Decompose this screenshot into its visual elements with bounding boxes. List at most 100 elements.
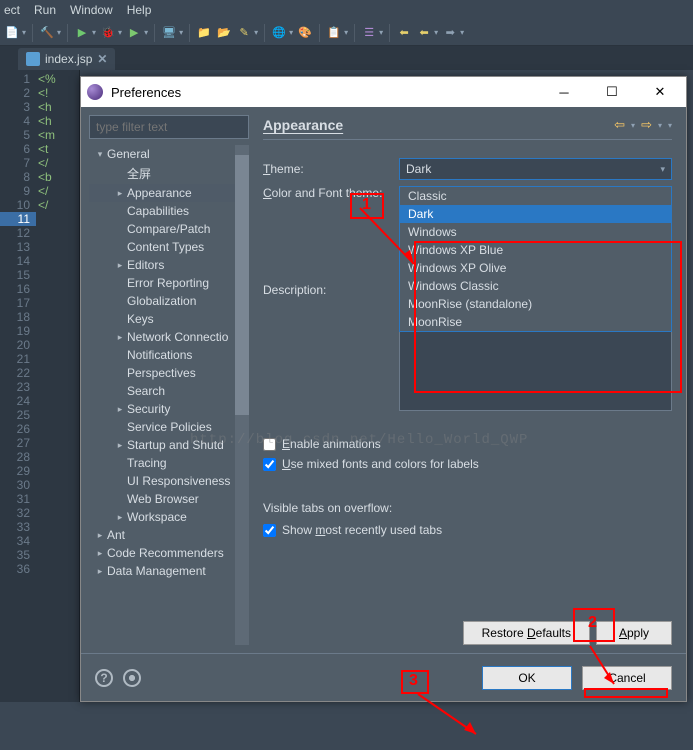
tree-item[interactable]: Globalization: [89, 292, 249, 310]
tree-item[interactable]: Capabilities: [89, 202, 249, 220]
chevron-right-icon[interactable]: [113, 260, 127, 271]
tree-item[interactable]: Keys: [89, 310, 249, 328]
chevron-right-icon[interactable]: [93, 566, 107, 577]
tree-item[interactable]: Search: [89, 382, 249, 400]
menu-item[interactable]: Window: [70, 3, 113, 17]
chevron-right-icon[interactable]: [113, 404, 127, 415]
dropdown-arrow-icon[interactable]: ▾: [289, 28, 293, 37]
menu-item[interactable]: ect: [4, 3, 20, 17]
tree-item[interactable]: Tracing: [89, 454, 249, 472]
tree-item[interactable]: Editors: [89, 256, 249, 274]
dropdown-item[interactable]: MoonRise: [400, 313, 671, 331]
dropdown-arrow-icon[interactable]: ▾: [344, 28, 348, 37]
chevron-right-icon[interactable]: [113, 332, 127, 343]
chevron-right-icon[interactable]: [113, 440, 127, 451]
minimize-icon[interactable]: ─: [544, 78, 584, 106]
menu-item[interactable]: Run: [34, 3, 56, 17]
separator: [319, 24, 320, 42]
ok-button[interactable]: OK: [482, 666, 572, 690]
scrollbar-thumb[interactable]: [235, 155, 249, 415]
chevron-right-icon[interactable]: [93, 530, 107, 541]
close-icon[interactable]: ✕: [97, 52, 107, 66]
tree-item[interactable]: Web Browser: [89, 490, 249, 508]
dropdown-arrow-icon[interactable]: ▾: [460, 28, 464, 37]
dropdown-arrow-icon[interactable]: ▾: [379, 28, 383, 37]
tree-item[interactable]: Ant: [89, 526, 249, 544]
apply-button[interactable]: Apply: [596, 621, 672, 645]
menu-arrow-icon[interactable]: ▾: [668, 121, 672, 130]
tool-icon[interactable]: 📄: [4, 25, 20, 41]
settings-icon[interactable]: [123, 669, 141, 687]
tree-item[interactable]: 全屏: [89, 163, 249, 184]
show-most-recent-check[interactable]: Show most recently used tabs: [263, 523, 672, 537]
tree-item[interactable]: Perspectives: [89, 364, 249, 382]
maximize-icon[interactable]: ☐: [592, 78, 632, 106]
help-icon[interactable]: ?: [95, 669, 113, 687]
tree-item[interactable]: Security: [89, 400, 249, 418]
dropdown-arrow-icon[interactable]: ▾: [22, 28, 26, 37]
tree-item[interactable]: Appearance: [89, 184, 249, 202]
new-icon[interactable]: 📁: [196, 25, 212, 41]
tool-icon[interactable]: 🔨: [39, 25, 55, 41]
back-icon[interactable]: ⬅: [416, 25, 432, 41]
dropdown-item[interactable]: Windows XP Blue: [400, 241, 671, 259]
editor-tab[interactable]: index.jsp ✕: [18, 48, 115, 70]
chevron-right-icon[interactable]: [113, 512, 127, 523]
theme-combo[interactable]: Dark ▾: [399, 158, 672, 180]
menu-item[interactable]: Help: [127, 3, 152, 17]
tree-item[interactable]: Data Management: [89, 562, 249, 580]
close-icon[interactable]: ✕: [640, 78, 680, 106]
dropdown-arrow-icon[interactable]: ▾: [92, 28, 96, 37]
open-icon[interactable]: 📂: [216, 25, 232, 41]
forward-icon[interactable]: ➡: [442, 25, 458, 41]
tree-item[interactable]: Notifications: [89, 346, 249, 364]
combo-value: Dark: [406, 162, 431, 176]
dropdown-arrow-icon[interactable]: ▾: [57, 28, 61, 37]
dropdown-arrow-icon[interactable]: ▾: [434, 28, 438, 37]
nav-back-icon[interactable]: ⇦: [614, 117, 625, 133]
tool-icon[interactable]: ☰: [361, 25, 377, 41]
nav-forward-icon[interactable]: ⇨: [641, 117, 652, 133]
chevron-down-icon[interactable]: [93, 149, 107, 160]
preferences-tree[interactable]: General全屏AppearanceCapabilitiesCompare/P…: [89, 145, 249, 645]
edit-icon[interactable]: ✎: [236, 25, 252, 41]
dropdown-arrow-icon[interactable]: ▾: [658, 121, 662, 130]
tree-item[interactable]: General: [89, 145, 249, 163]
dropdown-item[interactable]: Windows Classic: [400, 277, 671, 295]
chevron-right-icon[interactable]: [93, 548, 107, 559]
dropdown-item[interactable]: Windows: [400, 223, 671, 241]
dropdown-item[interactable]: Dark: [400, 205, 671, 223]
tree-item[interactable]: Compare/Patch: [89, 220, 249, 238]
dropdown-arrow-icon[interactable]: ▾: [179, 28, 183, 37]
tree-item[interactable]: Error Reporting: [89, 274, 249, 292]
cancel-button[interactable]: Cancel: [582, 666, 672, 690]
server-icon[interactable]: 🖥: [161, 25, 177, 41]
dropdown-arrow-icon[interactable]: ▾: [254, 28, 258, 37]
dropdown-item[interactable]: MoonRise (standalone): [400, 295, 671, 313]
debug-icon[interactable]: 🐞: [100, 25, 116, 41]
restore-defaults-button[interactable]: Restore Defaults: [463, 621, 590, 645]
dropdown-item[interactable]: Classic: [400, 187, 671, 205]
checkbox[interactable]: [263, 524, 276, 537]
dropdown-arrow-icon[interactable]: ▾: [118, 28, 122, 37]
globe-icon[interactable]: 🌐: [271, 25, 287, 41]
tree-item[interactable]: Network Connectio: [89, 328, 249, 346]
run-icon[interactable]: ▶: [74, 25, 90, 41]
filter-input[interactable]: [89, 115, 249, 139]
tool-icon[interactable]: ▶: [126, 25, 142, 41]
code-area[interactable]: <%<!<h<h<m<t</<b</</: [36, 70, 79, 702]
tree-item[interactable]: Code Recommenders: [89, 544, 249, 562]
scrollbar[interactable]: [235, 145, 249, 645]
chevron-right-icon[interactable]: [113, 188, 127, 199]
mixed-fonts-check[interactable]: Use mixed fonts and colors for labels: [263, 457, 672, 471]
dropdown-arrow-icon[interactable]: ▾: [144, 28, 148, 37]
tree-item[interactable]: Workspace: [89, 508, 249, 526]
tool-icon[interactable]: 🎨: [297, 25, 313, 41]
checkbox[interactable]: [263, 458, 276, 471]
tree-item[interactable]: Content Types: [89, 238, 249, 256]
tool-icon[interactable]: 📋: [326, 25, 342, 41]
dropdown-item[interactable]: Windows XP Olive: [400, 259, 671, 277]
back-icon[interactable]: ⬅: [396, 25, 412, 41]
tree-item[interactable]: UI Responsiveness: [89, 472, 249, 490]
dropdown-arrow-icon[interactable]: ▾: [631, 121, 635, 130]
